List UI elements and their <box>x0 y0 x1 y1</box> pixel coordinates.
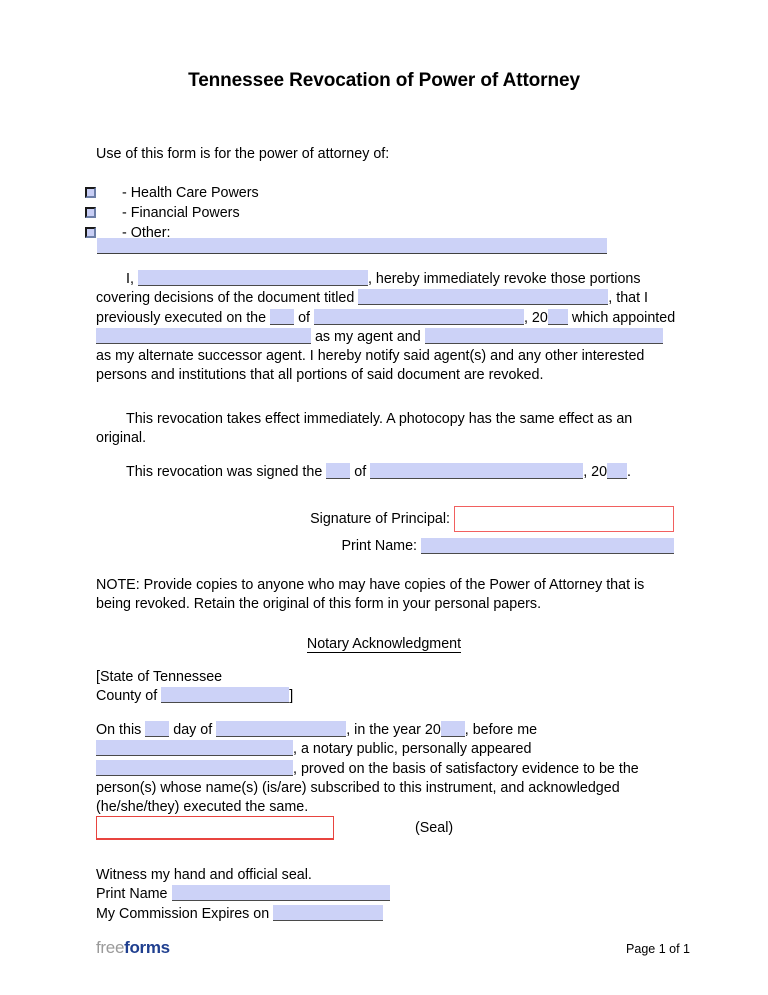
revoke-text-4: of <box>298 309 310 326</box>
commission-expires-label: My Commission Expires on <box>96 905 270 922</box>
county-close-bracket: ] <box>289 688 294 705</box>
page-title: Tennessee Revocation of Power of Attorne… <box>188 70 580 91</box>
document-page: Tennessee Revocation of Power of Attorne… <box>0 0 768 995</box>
checkbox-icon[interactable] <box>85 207 96 219</box>
signed-date-paragraph: This revocation was signed the of , 20. <box>96 463 676 482</box>
checkbox-row-financial[interactable]: - Financial Powers <box>85 203 645 223</box>
signed-year-input[interactable] <box>607 463 628 479</box>
notary-print-name-label: Print Name <box>96 886 168 903</box>
seal-label: (Seal) <box>415 820 454 836</box>
checkbox-icon[interactable] <box>85 227 96 239</box>
ack-text-2: day of <box>173 722 213 738</box>
notary-day-input[interactable] <box>145 721 170 737</box>
revoke-text-1: I, <box>126 271 134 287</box>
ack-text-3: , in the year 20 <box>346 722 441 738</box>
effect-text: This revocation takes effect immediately… <box>96 411 633 447</box>
agent-name-input[interactable] <box>96 327 311 344</box>
checkbox-icon[interactable] <box>85 187 96 199</box>
notary-seal-row: (Seal) <box>96 816 596 840</box>
checkbox-row-health-care[interactable]: - Health Care Powers <box>85 183 645 203</box>
signed-text-2: of <box>354 464 367 480</box>
revoke-text-8: as my alternate successor agent. I hereb… <box>96 348 645 384</box>
county-input[interactable] <box>161 687 290 704</box>
appearing-person-input[interactable] <box>96 759 293 776</box>
state-line: [State of Tennessee <box>96 669 223 685</box>
signature-of-principal-label: Signature of Principal: <box>310 511 450 527</box>
county-label: County of <box>96 688 158 705</box>
notary-heading-text: Notary Acknowledgment <box>306 636 462 653</box>
notary-signature-input[interactable] <box>96 816 334 840</box>
checkbox-label-financial: - Financial Powers <box>122 204 240 221</box>
effect-paragraph: This revocation takes effect immediately… <box>96 410 676 449</box>
commission-expires-input[interactable] <box>273 904 384 921</box>
signed-text-1: This revocation was signed the <box>126 464 323 480</box>
intro-text: Use of this form is for the power of att… <box>96 146 390 162</box>
freeforms-logo[interactable]: freeforms <box>96 938 170 958</box>
principal-print-name-input[interactable] <box>421 538 674 554</box>
power-type-checkbox-group: - Health Care Powers - Financial Powers … <box>85 183 645 243</box>
other-powers-input[interactable] <box>97 238 607 254</box>
logo-text-free: free <box>96 938 125 957</box>
signed-day-input[interactable] <box>326 463 351 479</box>
notary-acknowledgment-heading: Notary Acknowledgment <box>0 636 768 653</box>
signed-text-3: , 20 <box>583 464 608 480</box>
signature-of-principal-input[interactable] <box>454 506 674 532</box>
note-paragraph: NOTE: Provide copies to anyone who may h… <box>96 577 645 613</box>
notary-month-input[interactable] <box>216 721 347 737</box>
revoke-text-5: , 20 <box>523 309 548 326</box>
principal-print-name-label: Print Name: <box>341 538 417 554</box>
execution-year-input[interactable] <box>547 308 568 325</box>
state-county-block: [State of Tennessee County of ] <box>96 668 576 707</box>
signed-text-4: . <box>627 464 632 480</box>
witness-block: Witness my hand and official seal. Print… <box>96 866 576 924</box>
successor-agent-input[interactable] <box>424 327 663 344</box>
notary-acknowledgment-paragraph: On this day of , in the year 20 , before … <box>96 721 676 817</box>
notary-public-name-input[interactable] <box>96 740 293 757</box>
ack-text-5: , a notary public, personally appeared <box>293 741 532 758</box>
witness-line: Witness my hand and official seal. <box>96 867 312 883</box>
notary-year-input[interactable] <box>440 721 465 737</box>
notary-print-name-input[interactable] <box>171 885 390 902</box>
revocation-paragraph: I, , hereby immediately revoke those por… <box>96 270 676 386</box>
signature-of-principal-row: Signature of Principal: <box>96 506 674 532</box>
principal-name-input[interactable] <box>137 270 368 286</box>
principal-print-name-row: Print Name: <box>96 538 674 554</box>
revoke-text-7: as my agent and <box>314 328 421 345</box>
checkbox-label-health-care: - Health Care Powers <box>122 184 259 201</box>
signed-month-input[interactable] <box>370 463 584 479</box>
ack-text-4: , before me <box>464 722 538 738</box>
ack-text-1: On this <box>96 722 142 738</box>
document-title-input[interactable] <box>358 289 609 306</box>
execution-day-input[interactable] <box>270 308 295 325</box>
execution-month-input[interactable] <box>313 308 524 325</box>
revoke-text-6: which appointed <box>571 309 676 326</box>
logo-text-forms: forms <box>124 938 170 957</box>
page-indicator: Page 1 of 1 <box>626 942 690 956</box>
